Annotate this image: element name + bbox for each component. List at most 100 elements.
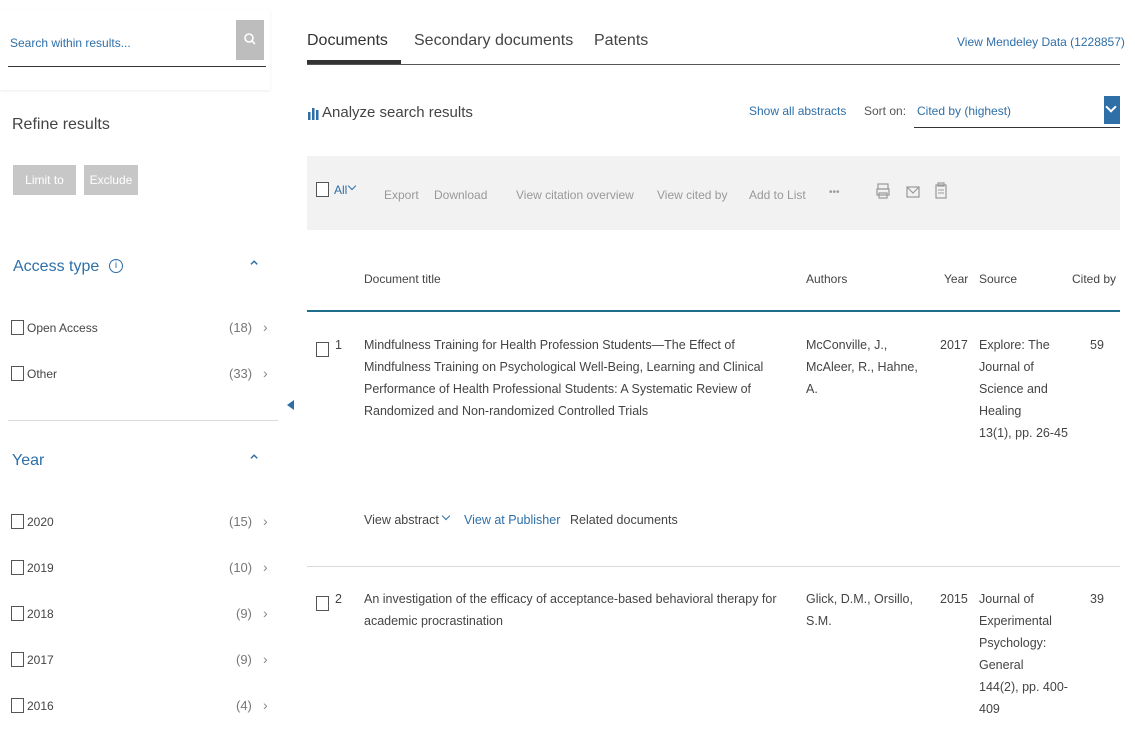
open-access-count: (18) xyxy=(229,320,253,335)
title-line: An investigation of the efficacy of acce… xyxy=(364,592,777,606)
author-line: S.M. xyxy=(806,614,832,628)
col-source[interactable]: Source xyxy=(979,272,1017,286)
source-line: Healing xyxy=(979,404,1022,418)
year-2016-count: (4) xyxy=(236,698,252,713)
result-year: 2017 xyxy=(940,338,968,352)
sort-label: Sort on: xyxy=(864,104,907,118)
open-access-checkbox[interactable] xyxy=(11,320,24,335)
col-cited-by[interactable]: Cited by xyxy=(1072,272,1116,286)
result-1-checkbox[interactable] xyxy=(316,342,329,357)
collapse-access-icon[interactable]: ⌃ xyxy=(247,258,261,278)
sort-dropdown-button[interactable] xyxy=(1104,96,1120,124)
collapse-year-icon[interactable]: ⌃ xyxy=(247,452,261,472)
access-type-title[interactable]: Access type xyxy=(13,258,99,276)
result-title-link[interactable]: An investigation of the efficacy of acce… xyxy=(364,588,784,632)
chevron-right-icon[interactable]: › xyxy=(263,319,268,335)
collapse-sidebar-icon[interactable] xyxy=(287,400,294,410)
result-source[interactable]: Explore: The Journal of Science and Heal… xyxy=(979,334,1069,444)
source-line: Experimental xyxy=(979,614,1052,628)
chevron-right-icon[interactable]: › xyxy=(263,651,268,667)
chevron-down-icon[interactable] xyxy=(441,511,451,521)
source-line: 409 xyxy=(979,702,1000,716)
author-line: McAleer, R., Hahne, xyxy=(806,360,918,374)
source-line: Journal of xyxy=(979,360,1034,374)
view-citation-overview-action[interactable]: View citation overview xyxy=(516,188,634,202)
bibliography-icon[interactable] xyxy=(935,182,947,204)
related-documents-link[interactable]: Related documents xyxy=(570,513,678,527)
limit-to-label: Limit to xyxy=(25,173,64,187)
result-year: 2015 xyxy=(940,592,968,606)
year-title[interactable]: Year xyxy=(12,452,44,470)
more-actions[interactable]: ••• xyxy=(829,187,840,198)
year-2020-count: (15) xyxy=(229,514,253,529)
view-cited-by-action[interactable]: View cited by xyxy=(657,188,727,202)
year-2016-checkbox[interactable] xyxy=(11,698,24,713)
other-checkbox[interactable] xyxy=(11,366,24,381)
col-authors[interactable]: Authors xyxy=(806,272,847,286)
chevron-right-icon[interactable]: › xyxy=(263,559,268,575)
col-year[interactable]: Year xyxy=(944,272,968,286)
year-2017-checkbox[interactable] xyxy=(11,652,24,667)
result-authors[interactable]: Glick, D.M., Orsillo, S.M. xyxy=(806,588,936,632)
year-2017-count: (9) xyxy=(236,652,252,667)
tab-patents[interactable]: Patents xyxy=(594,32,648,50)
chevron-right-icon[interactable]: › xyxy=(263,365,268,381)
author-line: McConville, J., xyxy=(806,338,888,352)
year-2017-label: 2017 xyxy=(27,653,54,667)
header-divider xyxy=(307,310,1120,312)
result-source[interactable]: Journal of Experimental Psychology: Gene… xyxy=(979,588,1069,720)
other-count: (33) xyxy=(229,366,253,381)
email-icon[interactable] xyxy=(906,185,920,203)
sort-select[interactable]: Cited by (highest) xyxy=(914,96,1120,128)
col-document-title[interactable]: Document title xyxy=(364,272,441,286)
select-all-label[interactable]: All xyxy=(334,183,347,197)
download-action[interactable]: Download xyxy=(434,188,487,202)
other-label: Other xyxy=(27,367,58,381)
result-title-link[interactable]: Mindfulness Training for Health Professi… xyxy=(364,334,784,422)
source-line: Science and xyxy=(979,382,1048,396)
view-mendeley-data-link[interactable]: View Mendeley Data (1228857) xyxy=(957,35,1125,49)
title-line: Randomized and Non-randomized Controlled… xyxy=(364,404,649,418)
search-button[interactable] xyxy=(236,20,264,60)
chevron-right-icon[interactable]: › xyxy=(263,697,268,713)
add-to-list-action[interactable]: Add to List xyxy=(749,188,806,202)
export-action[interactable]: Export xyxy=(384,188,419,202)
analyze-search-results-link[interactable]: Analyze search results xyxy=(322,104,473,121)
result-2-checkbox[interactable] xyxy=(316,596,329,611)
title-line: academic procrastination xyxy=(364,614,503,628)
exclude-button[interactable]: Exclude xyxy=(84,165,138,195)
tabs-underline xyxy=(307,64,1120,65)
view-abstract-toggle[interactable]: View abstract xyxy=(364,513,439,527)
result-authors[interactable]: McConville, J., McAleer, R., Hahne, A. xyxy=(806,334,936,400)
title-line: Performance of Health Professional Stude… xyxy=(364,382,751,396)
sort-value: Cited by (highest) xyxy=(917,104,1012,118)
limit-to-button[interactable]: Limit to xyxy=(13,165,76,195)
select-all-checkbox[interactable] xyxy=(316,182,329,197)
show-all-abstracts-link[interactable]: Show all abstracts xyxy=(749,104,846,118)
result-cited-by[interactable]: 59 xyxy=(1090,334,1104,356)
print-icon[interactable] xyxy=(876,183,890,204)
source-line: Explore: The xyxy=(979,338,1050,352)
tab-documents[interactable]: Documents xyxy=(307,32,388,50)
refine-results-title: Refine results xyxy=(12,116,110,133)
year-2018-label: 2018 xyxy=(27,607,54,621)
result-number: 1 xyxy=(335,338,342,352)
info-icon[interactable]: i xyxy=(109,259,123,273)
chevron-down-icon xyxy=(1105,101,1117,113)
tab-secondary-documents[interactable]: Secondary documents xyxy=(414,32,573,50)
chevron-right-icon[interactable]: › xyxy=(263,605,268,621)
open-access-label: Open Access xyxy=(27,321,98,335)
search-input[interactable]: Search within results... xyxy=(10,36,131,50)
result-number: 2 xyxy=(335,592,342,606)
year-2019-checkbox[interactable] xyxy=(11,560,24,575)
author-line: A. xyxy=(806,382,818,396)
source-line: Psychology: xyxy=(979,636,1047,650)
bar-chart-icon xyxy=(307,106,321,125)
year-2020-checkbox[interactable] xyxy=(11,514,24,529)
title-line: Mindfulness Training for Health Professi… xyxy=(364,338,735,352)
result-cited-by[interactable]: 39 xyxy=(1090,588,1104,610)
view-at-publisher-link[interactable]: View at Publisher xyxy=(464,513,560,527)
search-within-results xyxy=(0,10,270,90)
chevron-right-icon[interactable]: › xyxy=(263,513,268,529)
year-2018-checkbox[interactable] xyxy=(11,606,24,621)
